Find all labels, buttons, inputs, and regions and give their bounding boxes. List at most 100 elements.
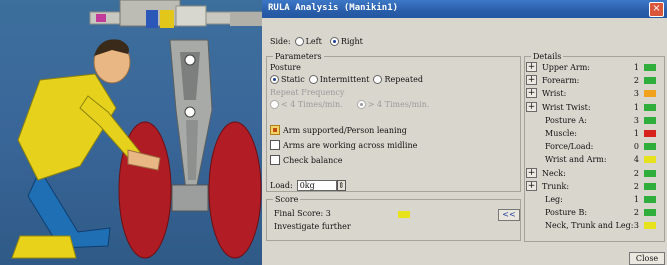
repeat-more-radio[interactable] [356, 100, 366, 109]
window-title: RULA Analysis (Manikin1) [268, 3, 399, 13]
gear-pin-mid [184, 106, 196, 118]
details-score: 2 [633, 208, 639, 218]
details-color-swatch [644, 169, 656, 177]
side-left-radio[interactable] [294, 37, 304, 46]
details-row[interactable]: + Upper Arm: 1 [526, 62, 664, 73]
side-row: Side: Left Right [270, 37, 363, 46]
score-group: Score [266, 195, 521, 241]
side-label: Side: [270, 37, 291, 46]
details-row: Neck, Trunk and Leg: 3 [526, 220, 664, 231]
details-score: 1 [633, 195, 639, 204]
side-left-label[interactable]: Left [306, 37, 322, 46]
midline-checkbox[interactable] [270, 140, 280, 150]
right-wheel [208, 121, 262, 259]
midline-row[interactable]: Arms are working across midline [270, 140, 417, 150]
details-color-swatch [644, 130, 656, 137]
final-score-label: Final Score: 3 [274, 209, 331, 218]
expand-plus-button[interactable]: + [526, 167, 537, 178]
arm-supported-label[interactable]: Arm supported/Person leaning [283, 126, 407, 135]
parameters-group-label: Parameters [273, 52, 324, 61]
overhead-block [175, 5, 207, 27]
details-label: Upper Arm: [542, 63, 590, 72]
details-label: Trunk: [542, 181, 570, 191]
details-color-swatch [644, 196, 656, 203]
overhead-arm [230, 12, 262, 26]
collapse-details-button[interactable]: << [498, 209, 520, 221]
details-score: 3 [633, 221, 639, 231]
posture-static-label[interactable]: Static [281, 75, 305, 84]
details-group-label: Details [531, 52, 564, 61]
load-input[interactable]: 0kg [296, 180, 337, 191]
details-row: Leg: 1 [526, 194, 664, 205]
repeat-less-radio[interactable] [270, 100, 279, 109]
details-label: Posture B: [545, 208, 588, 218]
repeat-less-label[interactable]: < 4 Times/min. [281, 100, 343, 109]
manikin-scene [11, 0, 262, 259]
details-label: Wrist Twist: [542, 102, 591, 112]
posture-repeated-label[interactable]: Repeated [384, 75, 422, 84]
expand-plus-button[interactable]: + [526, 88, 537, 99]
3d-viewport[interactable] [0, 0, 262, 265]
details-row: Muscle: 1 [526, 128, 664, 139]
yellow-part [160, 10, 174, 28]
details-row[interactable]: + Trunk: 2 [526, 180, 664, 192]
gear-strut-opening-lower [186, 120, 198, 180]
expand-plus-button[interactable]: + [526, 101, 537, 112]
window-close-button[interactable]: × [649, 2, 664, 17]
verdict-text: Investigate further [274, 222, 351, 231]
load-label: Load: [270, 181, 293, 190]
repeat-frequency-label: Repeat Frequency [270, 88, 345, 97]
details-label: Wrist: [542, 89, 567, 99]
expand-plus-button[interactable]: + [526, 62, 537, 72]
details-score: 3 [633, 89, 639, 99]
expand-plus-button[interactable]: + [526, 75, 537, 86]
details-color-swatch [644, 182, 656, 190]
details-score: 3 [633, 115, 639, 125]
details-row: Posture A: 3 [526, 115, 664, 126]
repeat-frequency-options: < 4 Times/min. > 4 Times/min. [270, 100, 429, 109]
blue-part [146, 10, 158, 28]
arm-supported-checkbox[interactable] [270, 125, 280, 135]
details-color-swatch [644, 77, 656, 85]
posture-intermittent-radio[interactable] [308, 75, 318, 84]
details-score: 2 [633, 181, 639, 191]
details-label: Wrist and Arm: [545, 155, 607, 165]
arm-supported-row[interactable]: Arm supported/Person leaning [270, 125, 407, 135]
posture-repeated-radio[interactable] [373, 75, 383, 84]
details-color-swatch [644, 64, 656, 71]
pink-part [96, 14, 106, 22]
repeat-more-label[interactable]: > 4 Times/min. [368, 100, 430, 109]
details-score: 2 [633, 168, 639, 178]
side-right-label[interactable]: Right [341, 37, 363, 46]
details-row[interactable]: + Wrist Twist: 1 [526, 101, 664, 113]
details-row: Wrist and Arm: 4 [526, 154, 664, 165]
balance-checkbox[interactable] [270, 155, 280, 165]
details-row[interactable]: + Neck: 2 [526, 167, 664, 179]
expand-plus-button[interactable]: + [526, 180, 537, 191]
load-spinner[interactable]: ⇕ [336, 180, 346, 191]
title-bar: RULA Analysis (Manikin1) × [262, 0, 667, 18]
load-row: Load: 0kg ⇕ [270, 180, 346, 191]
details-label: Forearm: [542, 76, 580, 86]
posture-label: Posture [270, 63, 301, 72]
gear-pin-top [184, 54, 196, 66]
details-color-swatch [644, 103, 656, 111]
posture-intermittent-label[interactable]: Intermittent [320, 75, 370, 84]
posture-static-radio[interactable] [270, 75, 279, 84]
side-right-radio[interactable] [329, 37, 339, 46]
details-score: 0 [633, 142, 639, 152]
details-row[interactable]: + Wrist: 3 [526, 88, 664, 99]
details-row[interactable]: + Forearm: 2 [526, 75, 664, 86]
final-score-swatch [398, 211, 410, 218]
details-color-swatch [644, 209, 656, 217]
details-score: 4 [633, 155, 639, 165]
close-button[interactable]: Close [629, 252, 665, 265]
midline-label[interactable]: Arms are working across midline [283, 141, 417, 150]
gear-axle-block [171, 184, 209, 212]
details-score: 1 [633, 129, 639, 138]
score-group-label: Score [273, 195, 301, 204]
details-row: Posture B: 2 [526, 207, 664, 218]
details-label: Force/Load: [545, 142, 594, 152]
balance-row[interactable]: Check balance [270, 155, 342, 165]
balance-label[interactable]: Check balance [283, 156, 342, 165]
